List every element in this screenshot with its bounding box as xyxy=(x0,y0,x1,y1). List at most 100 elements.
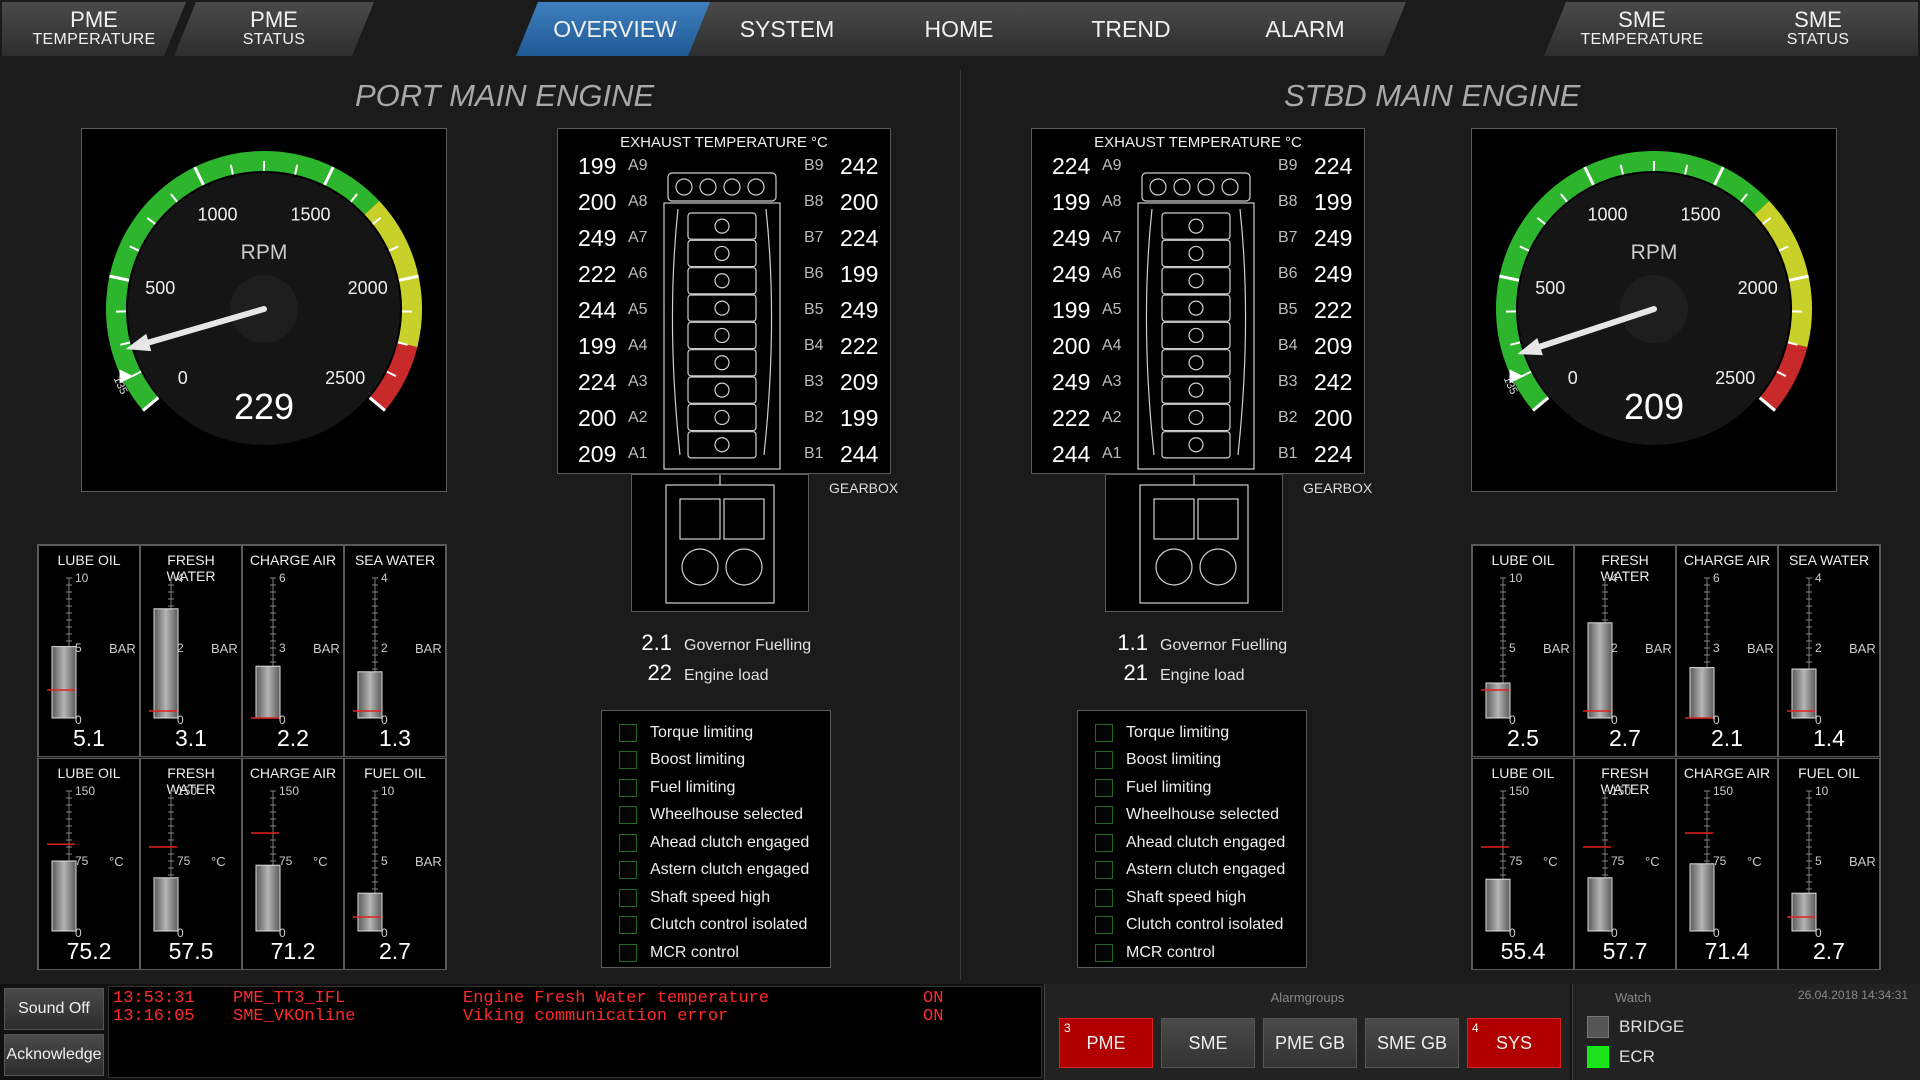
tab-label: SME xyxy=(1794,7,1842,32)
engine-load-value: 21 xyxy=(1123,660,1148,685)
alarm-row[interactable]: 13:53:31 PME_TT3_IFL Engine Fresh Water … xyxy=(113,989,1033,1009)
rpm-value: 209 xyxy=(1624,386,1684,427)
status-label: Boost limiting xyxy=(1126,751,1222,769)
sensor-unit: BAR xyxy=(211,641,238,656)
alarm-group-count: 3 xyxy=(1064,1021,1071,1035)
cylinder-label: B3 xyxy=(1278,373,1298,390)
tab-pme-status[interactable]: PME STATUS xyxy=(174,2,374,56)
watch-label: ECR xyxy=(1619,1047,1655,1066)
exhaust-title: EXHAUST TEMPERATURE °C xyxy=(1094,134,1302,151)
alarm-time: 13:53:31 xyxy=(113,989,195,1008)
sensor-value: 75.2 xyxy=(66,938,112,964)
sensor-value: 2.7 xyxy=(379,938,411,964)
alarm-groups: Alarmgroups 3 PME SME PME GB SME GB 4 SY… xyxy=(1044,984,1570,1080)
status-indicator-row: Boost limiting xyxy=(602,747,830,775)
scale-mid-label: 2 xyxy=(177,641,184,655)
sensor-cell[interactable]: CHARGE AIR 150 75 0 °C 71.2 xyxy=(242,758,344,970)
sensor-level-bar xyxy=(1485,682,1511,719)
exhaust-temp-value: 224 xyxy=(1314,153,1353,179)
alarm-group-pme-button[interactable]: 3 PME xyxy=(1059,1018,1153,1068)
acknowledge-button[interactable]: Acknowledge xyxy=(4,1034,104,1076)
sensor-cell[interactable]: LUBE OIL 150 75 0 °C 75.2 xyxy=(38,758,140,970)
exhaust-temp-value: 222 xyxy=(840,333,879,359)
alarm-group-sme-gb-button[interactable]: SME GB xyxy=(1365,1018,1459,1068)
sensor-cell[interactable]: LUBE OIL 10 5 0 BAR 2.5 xyxy=(1472,545,1574,757)
status-lamp xyxy=(619,723,637,742)
sensor-level-bar xyxy=(51,646,77,719)
status-indicator-row: Shaft speed high xyxy=(1078,884,1306,912)
tab-sublabel: STATUS xyxy=(1786,31,1850,48)
sensor-cell[interactable]: SEA WATER 4 2 0 BAR 1.3 xyxy=(344,545,446,757)
status-lamp xyxy=(1095,943,1113,962)
tab-alarm[interactable]: ALARM xyxy=(1204,2,1406,56)
port-rpm-gauge: 0 500 1000 1500 2000 2500 RPM 135 229 xyxy=(81,128,447,492)
port-status-list: Torque limiting Boost limiting Fuel limiti… xyxy=(601,710,831,968)
tab-pme-temperature[interactable]: PME TEMPERATURE xyxy=(2,2,186,56)
sensor-cell[interactable]: FUEL OIL 10 5 0 BAR 2.7 xyxy=(344,758,446,970)
cylinder-label: A4 xyxy=(1102,337,1122,354)
tab-home[interactable]: HOME xyxy=(860,2,1058,56)
status-indicator-row: Ahead clutch engaged xyxy=(602,829,830,857)
sensor-cell[interactable]: FRESH WATER 4 2 0 BAR 3.1 xyxy=(140,545,242,757)
exhaust-temp-value: 224 xyxy=(840,225,879,251)
sensor-unit: °C xyxy=(1543,854,1558,869)
sensor-cell[interactable]: FRESH WATER 150 75 0 °C 57.5 xyxy=(140,758,242,970)
scale-max-label: 10 xyxy=(1815,784,1829,798)
status-indicator-row: Torque limiting xyxy=(602,719,830,747)
tab-overview[interactable]: OVERVIEW xyxy=(516,2,714,56)
cylinder-label: A7 xyxy=(628,229,648,246)
sensor-cell[interactable]: FRESH WATER 4 2 0 BAR 2.7 xyxy=(1574,545,1676,757)
exhaust-temp-value: 199 xyxy=(578,333,617,359)
status-label: MCR control xyxy=(650,943,739,961)
sensor-cell[interactable]: CHARGE AIR 6 3 0 BAR 2.2 xyxy=(242,545,344,757)
tab-sublabel: TEMPERATURE xyxy=(1580,31,1704,48)
alarm-state: ON xyxy=(923,989,944,1008)
tab-label: PME xyxy=(70,7,118,32)
sensor-cell[interactable]: SEA WATER 4 2 0 BAR 1.4 xyxy=(1778,545,1880,757)
tab-system[interactable]: SYSTEM xyxy=(688,2,886,56)
scale-max-label: 10 xyxy=(381,784,395,798)
watch-bridge-toggle[interactable]: BRIDGE xyxy=(1587,1016,1684,1038)
sensor-cell[interactable]: LUBE OIL 10 5 0 BAR 5.1 xyxy=(38,545,140,757)
port-governor-fuelling: 2.1 Governor Fuelling xyxy=(624,630,811,656)
sensor-unit: °C xyxy=(1645,854,1660,869)
sensor-level-bar xyxy=(255,665,281,719)
status-label: Astern clutch engaged xyxy=(650,861,810,879)
port-exhaust-panel: EXHAUST TEMPERATURE °C 199 A9 200 A8 249 A7 222… xyxy=(557,128,891,474)
exhaust-temp-value: 209 xyxy=(840,369,879,395)
gauge-tick-label: 500 xyxy=(145,278,175,298)
sensor-cell[interactable]: LUBE OIL 150 75 0 °C 55.4 xyxy=(1472,758,1574,970)
scale-mid-label: 5 xyxy=(1509,641,1516,655)
sound-off-button[interactable]: Sound Off xyxy=(4,988,104,1030)
status-label: Shaft speed high xyxy=(1126,888,1247,906)
status-lamp xyxy=(1095,778,1113,797)
sensor-cell[interactable]: CHARGE AIR 6 3 0 BAR 2.1 xyxy=(1676,545,1778,757)
scale-max-label: 150 xyxy=(1611,784,1632,798)
sensor-level-bar xyxy=(1791,892,1817,932)
alarm-row[interactable]: 13:16:05 SME_VKOnline Viking communicati… xyxy=(113,1007,1033,1027)
alarm-group-sme-button[interactable]: SME xyxy=(1161,1018,1255,1068)
sensor-cell[interactable]: FUEL OIL 10 5 0 BAR 2.7 xyxy=(1778,758,1880,970)
exhaust-temp-value: 199 xyxy=(840,405,879,431)
alarm-group-sys-button[interactable]: 4 SYS xyxy=(1467,1018,1561,1068)
status-lamp xyxy=(619,861,637,880)
alarm-group-pme-gb-button[interactable]: PME GB xyxy=(1263,1018,1357,1068)
exhaust-temp-value: 249 xyxy=(1314,261,1353,287)
tab-trend[interactable]: TREND xyxy=(1032,2,1230,56)
alarm-tag: PME_TT3_IFL xyxy=(233,989,346,1008)
sensor-unit: BAR xyxy=(1849,854,1876,869)
status-indicator-row: MCR control xyxy=(602,939,830,967)
alarm-text: Viking communication error xyxy=(463,1007,729,1026)
watch-ecr-toggle[interactable]: ECR xyxy=(1587,1046,1655,1068)
sensor-cell[interactable]: FRESH WATER 150 75 0 °C 57.7 xyxy=(1574,758,1676,970)
sensor-unit: °C xyxy=(211,854,226,869)
sensor-cell[interactable]: CHARGE AIR 150 75 0 °C 71.4 xyxy=(1676,758,1778,970)
tab-sme-temperature[interactable]: SME TEMPERATURE xyxy=(1544,2,1740,56)
scale-max-label: 150 xyxy=(279,784,300,798)
tab-sme-status[interactable]: SME STATUS xyxy=(1718,2,1918,56)
alarm-list[interactable]: 13:53:31 PME_TT3_IFL Engine Fresh Water … xyxy=(108,986,1042,1078)
exhaust-temp-value: 199 xyxy=(840,261,879,287)
sensor-unit: BAR xyxy=(415,854,442,869)
sensor-level-bar xyxy=(357,892,383,932)
status-lamp xyxy=(1095,751,1113,770)
